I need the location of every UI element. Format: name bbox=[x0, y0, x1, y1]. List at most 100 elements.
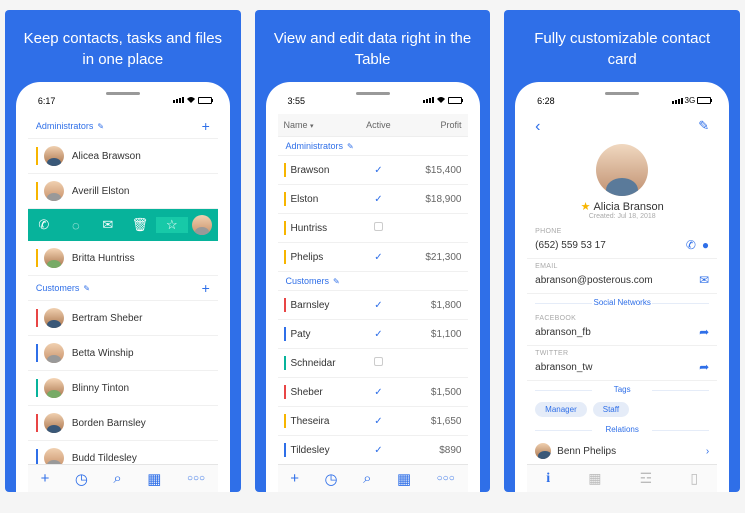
promo-card-2: View and edit data right in the Table 3:… bbox=[255, 10, 491, 492]
call-icon[interactable]: ✆ bbox=[28, 217, 60, 233]
search-icon[interactable]: ⌕ bbox=[113, 470, 121, 487]
check-icon[interactable]: ✓ bbox=[374, 165, 382, 176]
phone-mock: 6:28 3G ‹ ✎ ★Alicia Branson Created: Jul… bbox=[515, 82, 729, 492]
add-button[interactable]: + bbox=[41, 470, 50, 487]
list-item[interactable]: Britta Huntriss bbox=[28, 241, 218, 276]
section-customers[interactable]: Customers✎+ bbox=[28, 276, 218, 301]
add-icon[interactable]: + bbox=[202, 280, 210, 296]
star-icon[interactable]: ☆ bbox=[156, 217, 188, 233]
check-icon[interactable]: ✓ bbox=[374, 387, 382, 398]
star-icon[interactable]: ★ bbox=[581, 201, 591, 213]
swipe-actions: ✆ ◌ ✉ 🗑 ☆ bbox=[28, 209, 218, 241]
list-item[interactable]: Blinny Tinton bbox=[28, 371, 218, 406]
tag[interactable]: Staff bbox=[593, 402, 629, 417]
bottom-toolbar: i ▦ ☲ ▯ bbox=[527, 464, 717, 492]
phone-row[interactable]: (652) 559 53 17✆● bbox=[527, 235, 717, 259]
edit-icon[interactable]: ✎ bbox=[97, 122, 104, 131]
check-icon[interactable]: ✓ bbox=[374, 300, 382, 311]
edit-icon[interactable]: ✎ bbox=[347, 142, 354, 151]
check-icon[interactable]: ✓ bbox=[374, 194, 382, 205]
mail-icon[interactable]: ✉ bbox=[92, 217, 124, 233]
bottom-toolbar: + ◷ ⌕ ▦ ○○○ bbox=[278, 464, 468, 492]
back-icon[interactable]: ‹ bbox=[535, 118, 540, 136]
table-header: Name ▾ Active Profit bbox=[278, 114, 468, 137]
checkbox[interactable] bbox=[374, 357, 383, 366]
table-row[interactable]: Phelips✓$21,300 bbox=[278, 243, 468, 272]
share-icon[interactable]: ➦ bbox=[699, 360, 709, 374]
call-icon[interactable]: ✆ bbox=[686, 238, 696, 252]
section-customers[interactable]: Customers✎ bbox=[278, 272, 468, 291]
list-item[interactable]: Averill Elston bbox=[28, 174, 218, 209]
twitter-label: TWITTER bbox=[527, 346, 717, 357]
tag[interactable]: Manager bbox=[535, 402, 587, 417]
list-icon[interactable]: ☲ bbox=[640, 470, 653, 487]
calendar-icon[interactable]: ▦ bbox=[147, 470, 161, 488]
edit-icon[interactable]: ✎ bbox=[698, 118, 709, 136]
social-divider: Social Networks bbox=[527, 294, 717, 311]
notch bbox=[71, 84, 175, 104]
share-icon[interactable]: ➦ bbox=[699, 325, 709, 339]
more-icon[interactable]: ○○○ bbox=[437, 473, 455, 484]
battery-icon bbox=[198, 97, 212, 104]
list-item[interactable]: Bertram Sheber bbox=[28, 301, 218, 336]
checkbox[interactable] bbox=[374, 222, 383, 231]
recent-icon[interactable]: ◷ bbox=[324, 470, 337, 488]
info-icon[interactable]: i bbox=[546, 471, 550, 487]
signal-icon bbox=[423, 97, 434, 103]
check-icon[interactable]: ✓ bbox=[374, 252, 382, 263]
facebook-row[interactable]: abranson_fb➦ bbox=[527, 322, 717, 346]
twitter-row[interactable]: abranson_tw➦ bbox=[527, 357, 717, 381]
mail-icon[interactable]: ✉ bbox=[699, 273, 709, 287]
contact-detail: ‹ ✎ ★Alicia Branson Created: Jul 18, 201… bbox=[527, 114, 717, 470]
chat-icon[interactable]: ● bbox=[702, 238, 709, 252]
battery-icon bbox=[697, 97, 711, 104]
table-row[interactable]: Brawson✓$15,400 bbox=[278, 156, 468, 185]
relation-row[interactable]: Benn Phelips› bbox=[527, 438, 717, 465]
chat-icon[interactable]: ◌ bbox=[60, 218, 92, 233]
promo-card-1: Keep contacts, tasks and files in one pl… bbox=[5, 10, 241, 492]
recent-icon[interactable]: ◷ bbox=[75, 470, 88, 488]
clock: 6:28 bbox=[537, 96, 555, 106]
relations-divider: Relations bbox=[527, 421, 717, 438]
phone-label: PHONE bbox=[527, 224, 717, 235]
list-item[interactable]: Alicea Brawson bbox=[28, 139, 218, 174]
table-row[interactable]: Barnsley✓$1,800 bbox=[278, 291, 468, 320]
facebook-label: FACEBOOK bbox=[527, 311, 717, 322]
avatar[interactable] bbox=[596, 144, 648, 196]
list-item[interactable]: Borden Barnsley bbox=[28, 406, 218, 441]
chevron-down-icon: ▾ bbox=[310, 123, 314, 130]
calendar-icon[interactable]: ▦ bbox=[397, 470, 411, 488]
delete-icon[interactable]: 🗑 bbox=[124, 217, 156, 233]
table-row[interactable]: Theseira✓$1,650 bbox=[278, 407, 468, 436]
email-label: EMAIL bbox=[527, 259, 717, 270]
clock: 3:55 bbox=[288, 96, 306, 106]
signal-icon bbox=[173, 97, 184, 103]
notch bbox=[570, 84, 674, 104]
table-row[interactable]: Schneidar bbox=[278, 349, 468, 378]
table-row[interactable]: Tildesley✓$890 bbox=[278, 436, 468, 465]
table-row[interactable]: Sheber✓$1,500 bbox=[278, 378, 468, 407]
more-icon[interactable]: ○○○ bbox=[187, 473, 205, 484]
calendar-icon[interactable]: ▦ bbox=[588, 470, 601, 487]
check-icon[interactable]: ✓ bbox=[374, 416, 382, 427]
avatar bbox=[44, 378, 64, 398]
table-row[interactable]: Elston✓$18,900 bbox=[278, 185, 468, 214]
col-name[interactable]: Name ▾ bbox=[284, 120, 355, 130]
table-row[interactable]: Paty✓$1,100 bbox=[278, 320, 468, 349]
carrier: 3G bbox=[685, 96, 696, 105]
col-profit[interactable]: Profit bbox=[402, 120, 461, 130]
check-icon[interactable]: ✓ bbox=[374, 329, 382, 340]
search-icon[interactable]: ⌕ bbox=[363, 470, 371, 487]
section-administrators[interactable]: Administrators✎+ bbox=[28, 114, 218, 139]
list-item[interactable]: Betta Winship bbox=[28, 336, 218, 371]
section-administrators[interactable]: Administrators✎ bbox=[278, 137, 468, 156]
check-icon[interactable]: ✓ bbox=[374, 445, 382, 456]
file-icon[interactable]: ▯ bbox=[690, 470, 698, 487]
edit-icon[interactable]: ✎ bbox=[83, 284, 90, 293]
add-icon[interactable]: + bbox=[202, 118, 210, 134]
email-row[interactable]: abranson@posterous.com✉ bbox=[527, 270, 717, 294]
add-button[interactable]: + bbox=[290, 470, 299, 487]
table-row[interactable]: Huntriss bbox=[278, 214, 468, 243]
edit-icon[interactable]: ✎ bbox=[333, 277, 340, 286]
col-active[interactable]: Active bbox=[355, 120, 402, 130]
